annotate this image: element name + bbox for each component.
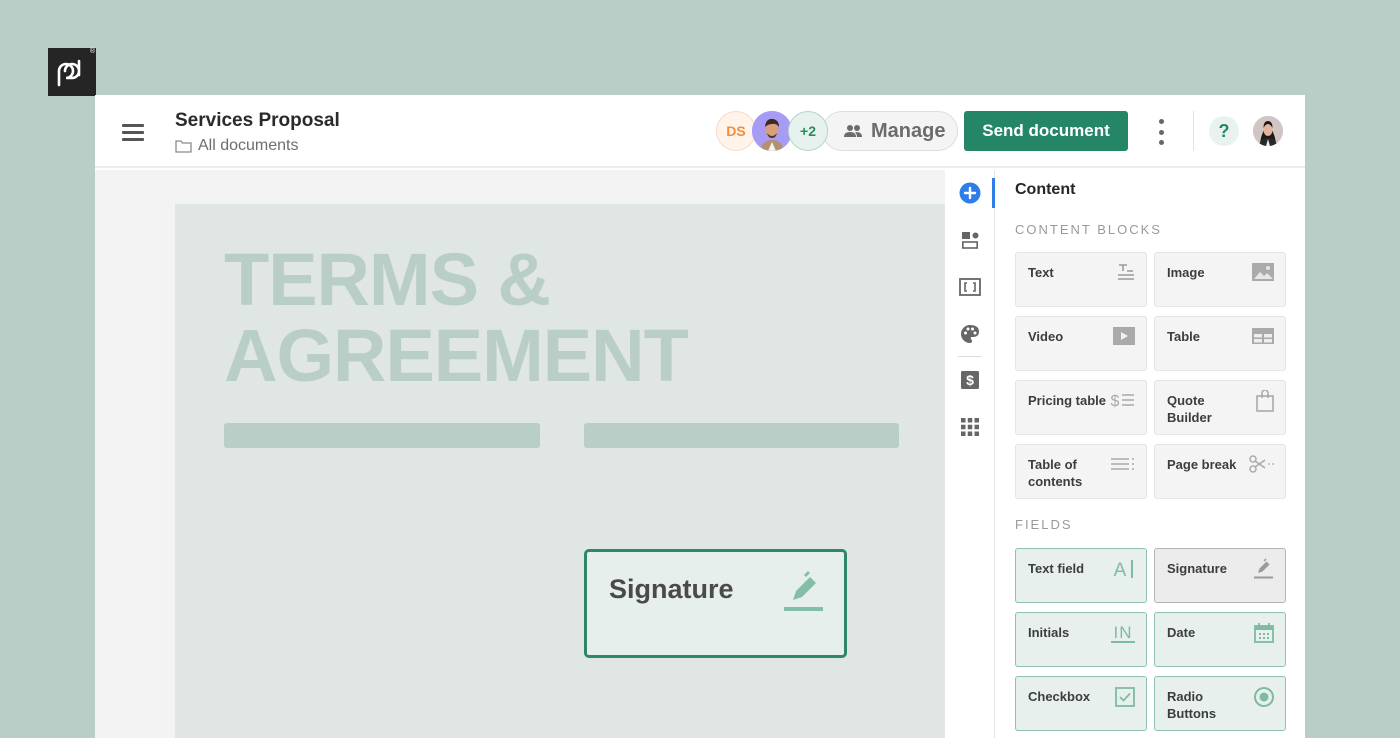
help-button[interactable]: ? (1209, 116, 1239, 146)
signature-field-label: Signature (609, 574, 734, 604)
tile-label: Image (1167, 265, 1205, 280)
radio-icon (1254, 687, 1274, 707)
tile-label: Pricing table (1028, 393, 1107, 408)
top-bar: Services Proposal All documents DS +2 Ma… (95, 95, 1305, 168)
calendar-icon (1254, 623, 1274, 643)
tile-label: Table of contents (1028, 457, 1083, 489)
user-photo-icon (1253, 116, 1283, 146)
send-document-button[interactable]: Send document (964, 111, 1128, 151)
plus-circle-icon (959, 182, 981, 204)
document-title[interactable]: Services Proposal (175, 110, 340, 132)
field-initials[interactable]: Initials IN (1015, 612, 1147, 667)
palette-icon (961, 325, 979, 343)
initials-icon: IN (1111, 623, 1135, 643)
block-quote-builder[interactable]: Quote Builder (1154, 380, 1286, 435)
dollar-icon: $ (961, 371, 979, 389)
folder-icon (175, 140, 192, 153)
signature-field[interactable]: Signature (584, 549, 847, 658)
field-checkbox[interactable]: Checkbox (1015, 676, 1147, 731)
block-pricing-table[interactable]: Pricing table $ (1015, 380, 1147, 435)
menu-icon[interactable] (122, 124, 144, 141)
text-icon (1118, 264, 1134, 280)
header-divider (1193, 111, 1194, 151)
shopping-bag-icon (1256, 390, 1274, 412)
tile-label: Signature (1167, 561, 1227, 576)
registered-mark: ® (89, 48, 95, 55)
tile-label: Text field (1028, 561, 1085, 576)
layout-icon (961, 232, 979, 249)
rail-item-embed[interactable] (959, 276, 981, 298)
editor-window: Services Proposal All documents DS +2 Ma… (95, 95, 1305, 738)
rail-item-design[interactable] (959, 323, 981, 345)
rail-item-blocks[interactable] (959, 229, 981, 251)
collaborators: DS +2 Manage (716, 111, 959, 151)
block-table[interactable]: Table (1154, 316, 1286, 371)
rail-divider (958, 356, 982, 357)
image-icon (1252, 263, 1274, 281)
person-photo-icon (752, 111, 792, 151)
fields-heading: FIELDS (1015, 517, 1073, 532)
grid-icon (961, 418, 979, 436)
block-table-of-contents[interactable]: Table of contents (1015, 444, 1147, 499)
field-signature[interactable]: Signature (1154, 548, 1286, 603)
svg-text:$: $ (1111, 393, 1120, 410)
block-page-break[interactable]: Page break (1154, 444, 1286, 499)
field-radio-buttons[interactable]: Radio Buttons (1154, 676, 1286, 731)
tile-label: Initials (1028, 625, 1070, 640)
people-icon (844, 125, 862, 137)
manage-label: Manage (871, 119, 946, 142)
sidebar-rail: $ (945, 170, 995, 738)
more-options-icon[interactable] (1155, 119, 1167, 145)
avatar-photo[interactable] (752, 111, 792, 151)
svg-text:IN: IN (1114, 623, 1133, 642)
block-video[interactable]: Video (1015, 316, 1147, 371)
signature-pen-icon (784, 570, 823, 611)
video-icon (1113, 327, 1135, 345)
content-blocks-heading: CONTENT BLOCKS (1015, 222, 1162, 237)
scissors-icon (1249, 455, 1274, 473)
tile-label: Text (1028, 265, 1054, 280)
signature-pen-icon (1254, 558, 1273, 579)
tile-label: Date (1167, 625, 1196, 640)
tile-label: Radio Buttons (1167, 689, 1217, 721)
toc-icon (1111, 458, 1134, 470)
table-icon (1252, 328, 1274, 344)
document-page: TERMS & AGREEMENT Signature (175, 204, 945, 738)
svg-text:A: A (1114, 560, 1127, 580)
pandadoc-logo: ® (48, 48, 96, 96)
text-field-icon: A (1114, 560, 1133, 580)
brackets-icon (959, 278, 981, 296)
text-placeholder-bar (584, 423, 899, 448)
tile-label: Page break (1167, 457, 1237, 472)
heading-line-1: TERMS & (224, 238, 551, 321)
breadcrumb-label: All documents (198, 137, 299, 154)
document-canvas: TERMS & AGREEMENT Signature (95, 170, 945, 738)
tile-label: Checkbox (1028, 689, 1091, 704)
rail-item-content[interactable] (959, 182, 981, 204)
document-heading[interactable]: TERMS & AGREEMENT (224, 238, 689, 397)
manage-button[interactable]: Manage (822, 111, 959, 151)
user-avatar[interactable] (1253, 116, 1283, 146)
content-panel: Content CONTENT BLOCKS Text Image Video (996, 170, 1305, 738)
more-collaborators-badge[interactable]: +2 (788, 111, 828, 151)
heading-line-2: AGREEMENT (224, 314, 689, 397)
text-placeholder-bar (224, 423, 540, 448)
field-date[interactable]: Date (1154, 612, 1286, 667)
field-text-field[interactable]: Text field A (1015, 548, 1147, 603)
avatar-initials[interactable]: DS (716, 111, 756, 151)
active-indicator (992, 178, 995, 208)
tile-label: Table (1167, 329, 1200, 344)
block-text[interactable]: Text (1015, 252, 1147, 307)
checkbox-icon (1115, 687, 1135, 707)
rail-item-pricing[interactable]: $ (959, 369, 981, 391)
rail-item-apps[interactable] (959, 416, 981, 438)
logo-mark-icon (57, 59, 81, 87)
svg-text:$: $ (966, 372, 974, 388)
tile-label: Quote Builder (1167, 393, 1212, 425)
panel-title: Content (1015, 181, 1076, 198)
breadcrumb[interactable]: All documents (175, 137, 299, 155)
block-image[interactable]: Image (1154, 252, 1286, 307)
pricing-table-icon: $ (1111, 393, 1134, 410)
tile-label: Video (1028, 329, 1064, 344)
